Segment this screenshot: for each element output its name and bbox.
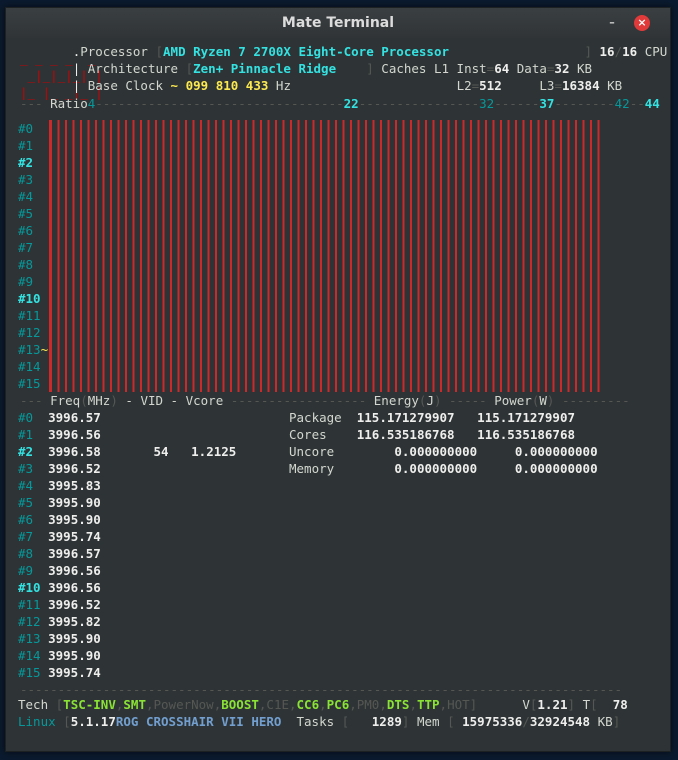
- freq-row: #6 3995.90: [18, 512, 101, 527]
- core-label: #3: [18, 172, 34, 187]
- freq-row: #11 3996.52: [18, 597, 101, 612]
- core-label: #5: [18, 206, 34, 221]
- core-label: #6: [18, 223, 34, 238]
- energy-row-package: Package 115.171279907 115.171279907: [289, 410, 576, 425]
- freq-row: #9 3996.56: [18, 563, 101, 578]
- freq-row: #4 3995.83: [18, 478, 101, 493]
- freq-row: #14 3995.90: [18, 648, 101, 663]
- core-label: #14: [18, 359, 41, 374]
- frequency-list: #0 3996.57 #1 3996.56 #2 3996.58 54 1.21…: [18, 409, 236, 681]
- architecture-line: | Architecture [Zen+ Pinnacle Ridge ] Ca…: [72, 61, 593, 76]
- core-label: #9: [18, 274, 34, 289]
- core-label: #0: [18, 121, 34, 136]
- freq-row: #0 3996.57: [18, 410, 101, 425]
- energy-table: Package 115.171279907 115.171279907 Core…: [289, 409, 598, 477]
- processor-name: AMD Ryzen 7 2700X Eight-Core Processor: [163, 44, 449, 59]
- processor-line: .Processor [AMD Ryzen 7 2700X Eight-Core…: [72, 44, 668, 59]
- core-label: #12: [18, 325, 41, 340]
- freq-row: #3 3996.52: [18, 461, 101, 476]
- core-label: #11: [18, 308, 41, 323]
- energy-row-cores: Cores 116.535186768 116.535186768: [289, 427, 576, 442]
- freq-row: #8 3996.57: [18, 546, 101, 561]
- core-row-labels: #0 #1 #2 #3 #4 #5 #6 #7 #8 #9 #10 #11 #1…: [18, 120, 48, 392]
- close-icon[interactable]: ×: [634, 15, 650, 31]
- core-label: #4: [18, 189, 34, 204]
- freq-row: #2 3996.58 54 1.2125: [18, 444, 237, 459]
- tech-line: Tech [TSC-INV,SMT,PowerNow,BOOST,C1E,CC6…: [18, 697, 628, 712]
- energy-row-memory: Memory 0.000000000 0.000000000: [289, 461, 598, 476]
- freq-row: #5 3995.90: [18, 495, 101, 510]
- freq-row: #13 3995.90: [18, 631, 101, 646]
- energy-row-uncore: Uncore 0.000000000 0.000000000: [289, 444, 598, 459]
- core-label: #13~: [18, 342, 49, 357]
- freq-row: #15 3995.74: [18, 665, 101, 680]
- ratio-ruler: --- Ratio4------------------------------…: [20, 96, 660, 111]
- title-bar[interactable]: Mate Terminal – ×: [6, 8, 670, 38]
- system-line: Linux [5.1.17ROG CROSSHAIR VII HERO Task…: [18, 714, 621, 729]
- terminal-window: Mate Terminal – × _ _ _ _ _ _|_|_|_| | |…: [5, 7, 671, 752]
- freq-row: #7 3995.74: [18, 529, 101, 544]
- core-label: #10: [18, 291, 41, 306]
- core-label: #15: [18, 376, 41, 391]
- freq-header: --- Freq(MHz) - VID - Vcore ------------…: [20, 393, 630, 408]
- core-label: #2: [18, 155, 34, 170]
- core-label: #7: [18, 240, 34, 255]
- base-clock-line: | Base Clock ~ 099 810 433 Hz L2=512 L3=…: [72, 78, 623, 93]
- ratio-bar-graph: [46, 120, 602, 392]
- freq-row: #10 3996.56: [18, 580, 101, 595]
- maximize-icon[interactable]: [611, 15, 627, 31]
- terminal-content[interactable]: _ _ _ _ _ _|_|_|_| | |_ |_ _|_ | .Proces…: [6, 38, 670, 751]
- freq-row: #12 3995.82: [18, 614, 101, 629]
- window-title: Mate Terminal: [281, 15, 395, 31]
- core-label: #8: [18, 257, 34, 272]
- freq-row: #1 3996.56: [18, 427, 101, 442]
- core-label: #1: [18, 138, 34, 153]
